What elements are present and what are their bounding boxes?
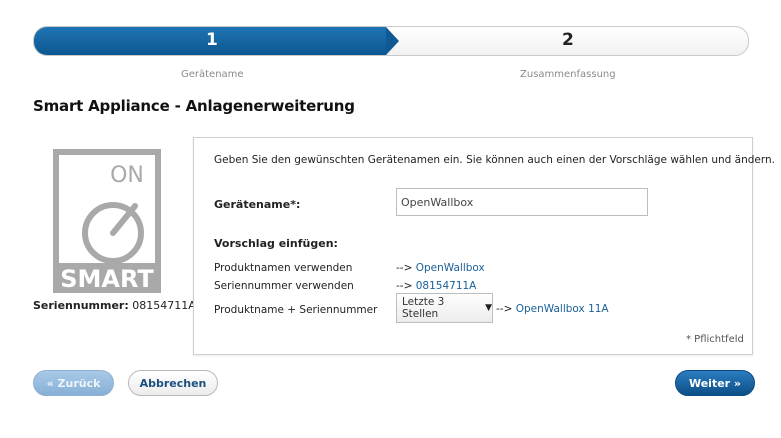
smart-appliance-logo: ON SMART: [53, 149, 161, 293]
suggestion-serial-label: Seriennummer verwenden: [214, 280, 354, 292]
arrow-text: -->: [496, 303, 513, 315]
wizard-progress: 1 2: [33, 26, 749, 56]
suggestion-product-row: --> OpenWallbox: [396, 262, 485, 274]
device-name-label: Gerätename*:: [214, 198, 301, 211]
wizard-step-2-number: 2: [562, 30, 574, 50]
arrow-text: -->: [396, 262, 413, 274]
suggestion-combined-link[interactable]: OpenWallbox 11A: [516, 303, 609, 315]
wizard-step-arrow: [386, 27, 399, 55]
next-button[interactable]: Weiter »: [675, 370, 755, 396]
serial-label: Seriennummer:: [33, 299, 129, 312]
suggestions-heading: Vorschlag einfügen:: [214, 237, 338, 250]
suggestion-combined-row: --> OpenWallbox 11A: [496, 303, 609, 315]
page-title: Smart Appliance - Anlagenerweiterung: [33, 97, 355, 115]
form-intro-text: Geben Sie den gewünschten Gerätenamen ei…: [214, 154, 776, 166]
cancel-button[interactable]: Abbrechen: [128, 370, 218, 396]
wizard-step-1-label: Gerätename: [181, 69, 244, 80]
suggestion-product-link[interactable]: OpenWallbox: [416, 262, 485, 274]
digits-select[interactable]: Letzte 3 Stellen ▼: [396, 293, 493, 323]
suggestion-product-label: Produktnamen verwenden: [214, 262, 353, 274]
logo-on-text: ON: [110, 163, 144, 188]
suggestion-serial-row: --> 08154711A: [396, 280, 476, 292]
digits-select-value: Letzte 3 Stellen: [402, 296, 445, 320]
suggestion-combined-label: Produktname + Seriennummer: [214, 304, 378, 316]
device-serial: Seriennummer: 08154711A: [33, 299, 196, 312]
wizard-step-2-label: Zusammenfassung: [520, 69, 616, 80]
serial-value: 08154711A: [132, 299, 196, 312]
wizard-step-1-number: 1: [206, 30, 218, 50]
suggestion-serial-link[interactable]: 08154711A: [416, 280, 477, 292]
dropdown-caret-icon: ▼: [485, 303, 492, 313]
required-field-note: * Pflichtfeld: [686, 334, 744, 345]
arrow-text: -->: [396, 280, 413, 292]
back-button[interactable]: « Zurück: [33, 370, 114, 396]
device-name-input[interactable]: [396, 188, 648, 216]
logo-smart-text: SMART: [60, 265, 154, 293]
